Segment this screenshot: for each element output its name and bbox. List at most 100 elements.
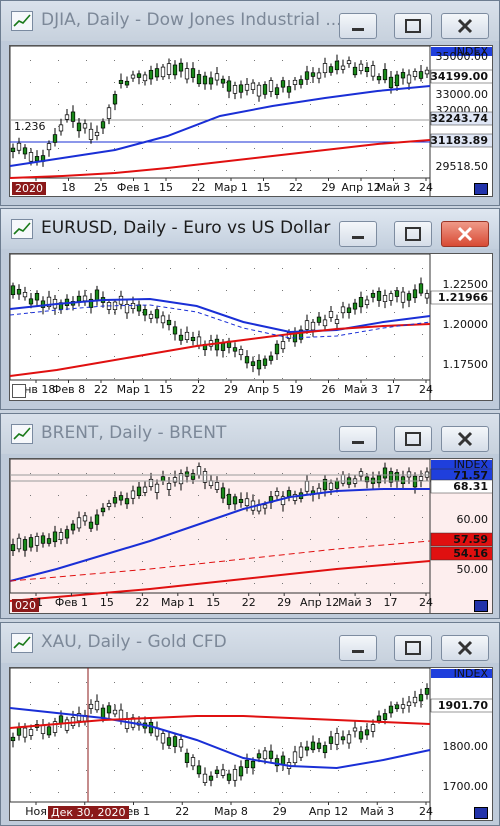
candle-body — [154, 309, 160, 319]
candle-body — [334, 733, 340, 745]
grid-dot — [226, 170, 227, 171]
grid-dot — [366, 770, 367, 771]
minimize-button[interactable] — [339, 13, 377, 39]
grid-dot — [282, 268, 283, 269]
minimize-button[interactable] — [339, 426, 377, 452]
candle-body — [322, 745, 328, 754]
grid-dot — [226, 312, 227, 313]
grid-dot — [254, 356, 255, 357]
date-label: 29 — [224, 383, 238, 396]
minimize-button[interactable] — [339, 221, 377, 247]
date-label: 15 — [159, 181, 173, 194]
scroll-right-button[interactable] — [474, 600, 488, 612]
candle-body — [28, 729, 34, 736]
grid-dot — [310, 792, 311, 793]
grid-dot — [226, 473, 227, 474]
scroll-right-button[interactable] — [474, 183, 488, 195]
grid-dot — [310, 104, 311, 105]
grid-dot — [198, 104, 199, 105]
grid-dot — [226, 539, 227, 540]
grid-dot — [170, 268, 171, 269]
candle-body — [274, 343, 280, 355]
candle-body — [34, 293, 40, 301]
grid-dot — [310, 356, 311, 357]
grid-dot — [30, 170, 31, 171]
candle-body — [376, 715, 382, 722]
grid-dot — [226, 126, 227, 127]
candle-body — [412, 71, 418, 77]
date-label: 18 — [62, 181, 76, 194]
scroll-right-button[interactable] — [474, 807, 488, 819]
grid-dot — [142, 561, 143, 562]
grid-dot — [226, 290, 227, 291]
candle-body — [124, 304, 130, 314]
price-label: 29518.50 — [436, 160, 489, 173]
maximize-button[interactable] — [394, 13, 432, 39]
candle-body — [196, 336, 202, 347]
grid-dot — [86, 268, 87, 269]
grid-dot — [394, 748, 395, 749]
grid-dot — [394, 104, 395, 105]
date-label: 15 — [257, 181, 271, 194]
xau-titlebar[interactable]: XAU, Daily - Gold CFD — [1, 623, 499, 663]
candle-body — [160, 66, 166, 78]
candle-body — [124, 80, 130, 86]
grid-dot — [366, 539, 367, 540]
maximize-button[interactable] — [394, 635, 432, 661]
grid-dot — [254, 126, 255, 127]
grid-dot — [226, 60, 227, 61]
close-button[interactable] — [441, 221, 489, 247]
window-title: DJIA, Daily - Dow Jones Industrial ... — [41, 10, 342, 30]
candle-body — [334, 480, 340, 489]
grid-dot — [254, 473, 255, 474]
grid-dot — [366, 356, 367, 357]
close-button[interactable] — [441, 13, 489, 39]
eurusd-chart[interactable]: 1.22500 1.20000 1.17500 1.21966 Янв 18 Фев 82… — [9, 253, 493, 401]
candle-body — [232, 496, 238, 505]
grid-dot — [422, 517, 423, 518]
grid-dot — [282, 378, 283, 379]
candle-body — [286, 490, 292, 497]
close-button[interactable] — [441, 635, 489, 661]
candle-body — [352, 727, 358, 732]
djia-titlebar[interactable]: DJIA, Daily - Dow Jones Industrial ... — [1, 1, 499, 41]
grid-dot — [198, 517, 199, 518]
maximize-button[interactable] — [394, 426, 432, 452]
candle-body — [202, 773, 208, 783]
candle-body — [52, 134, 58, 143]
grid-dot — [170, 539, 171, 540]
candle-body — [172, 736, 178, 747]
minimize-button[interactable] — [339, 635, 377, 661]
candle-body — [376, 76, 382, 81]
maximize-button[interactable] — [394, 221, 432, 247]
candle-body — [352, 66, 358, 76]
candle-body — [178, 62, 184, 72]
grid-dot — [58, 60, 59, 61]
close-button[interactable] — [441, 426, 489, 452]
candle-body — [160, 315, 166, 324]
date-label: Май 3 — [338, 596, 372, 609]
candle-body — [238, 349, 244, 356]
brent-titlebar[interactable]: BRENT, Daily - BRENT — [1, 414, 499, 454]
candle-body — [214, 73, 220, 81]
grid-dot — [338, 334, 339, 335]
grid-dot — [30, 561, 31, 562]
candle-body — [316, 742, 322, 749]
date-label: 24 — [419, 383, 433, 396]
djia-chart[interactable]: INDEX35000.0033000.0032000.0030000.00295… — [9, 45, 493, 197]
candle-body — [142, 486, 148, 493]
grid-dot — [58, 312, 59, 313]
xau-chart[interactable]: INDEX1800.001700.001901.70Ноя11Фев 122Ма… — [9, 667, 493, 821]
grid-dot — [338, 378, 339, 379]
eurusd-titlebar[interactable]: EURUSD, Daily - Euro vs US Dollar — [1, 209, 499, 249]
grid-dot — [282, 682, 283, 683]
candle-body — [250, 82, 256, 90]
candle-body — [244, 498, 250, 507]
brent-chart[interactable]: INDEX60.0050.0071.5768.3157.5954.1611Фев… — [9, 458, 493, 614]
grid-dot — [422, 356, 423, 357]
candle-body — [274, 491, 280, 497]
grid-dot — [310, 82, 311, 83]
candle-body — [304, 320, 310, 330]
grid-dot — [282, 726, 283, 727]
date-label: Мар 8 — [214, 805, 248, 818]
